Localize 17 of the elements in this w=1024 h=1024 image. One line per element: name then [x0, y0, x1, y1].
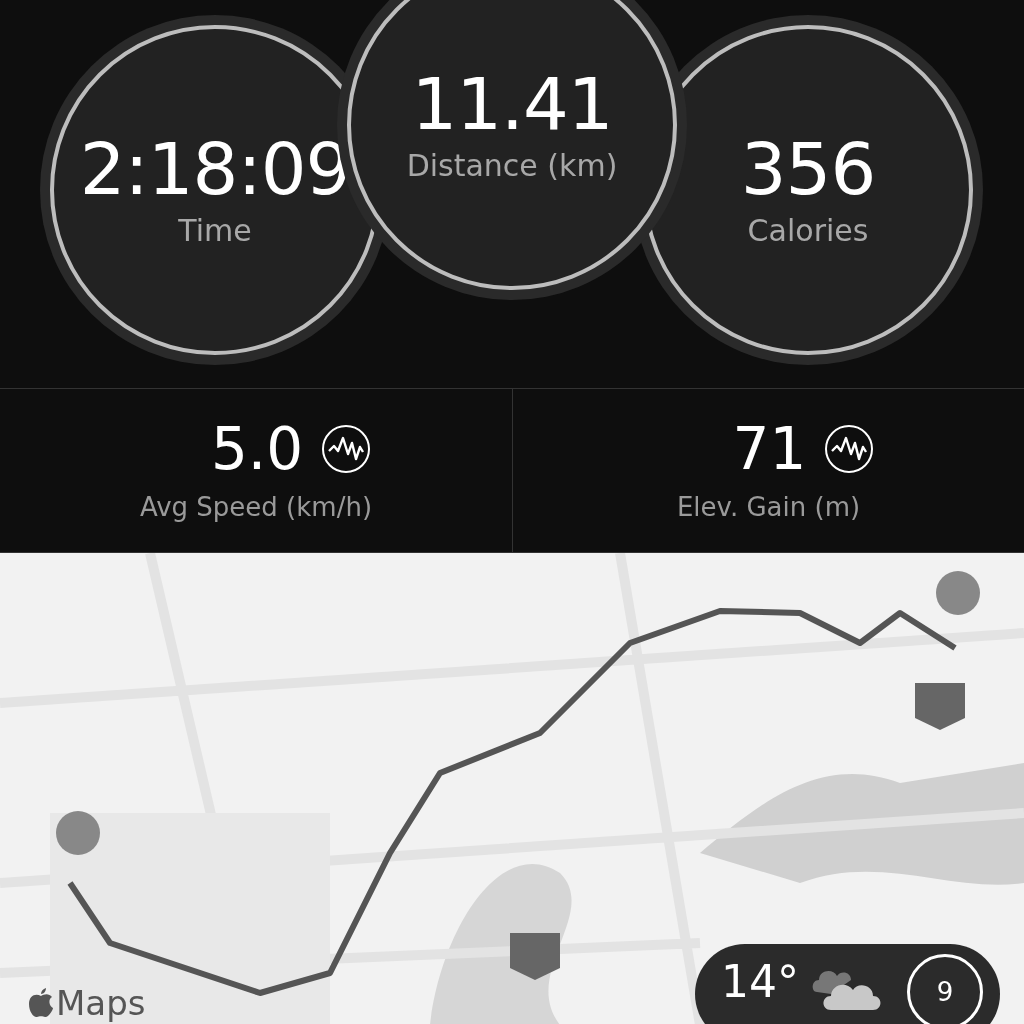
map-attribution: Maps — [56, 983, 146, 1023]
weather-widget[interactable]: 14° 9 — [695, 944, 1000, 1024]
activity-icon[interactable] — [321, 423, 372, 474]
stat-label: Time — [178, 212, 252, 248]
stat-label: Avg Speed (km/h) — [139, 491, 373, 522]
index-value: 9 — [936, 977, 954, 1007]
stat-label: Elev. Gain (m) — [676, 491, 861, 522]
stat-value: 2:18:09 — [79, 132, 351, 205]
temperature: 14° — [721, 956, 799, 1008]
stat-value: 71 — [732, 419, 807, 478]
apple-icon — [28, 988, 54, 1018]
stat-value: 5.0 — [210, 419, 304, 478]
stat-value: 11.41 — [411, 67, 613, 140]
stat-label: Calories — [747, 212, 869, 248]
stat-value: 356 — [740, 132, 876, 205]
stat-label: Distance (km) — [406, 147, 618, 183]
activity-icon[interactable] — [824, 423, 875, 474]
